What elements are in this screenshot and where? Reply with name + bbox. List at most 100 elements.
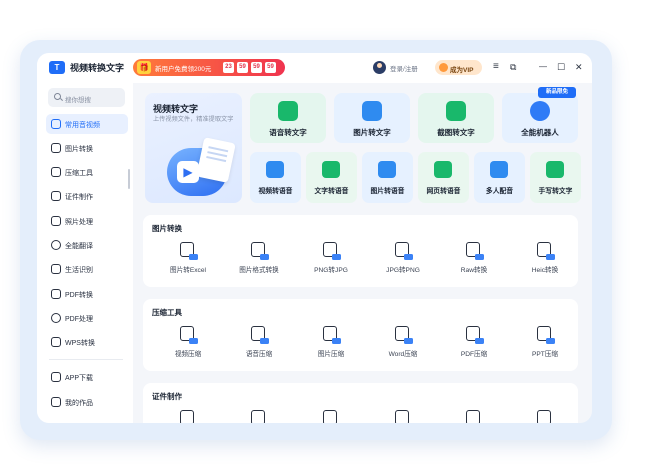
sidebar-item-label: APP下载 — [65, 375, 94, 382]
plant-icon — [51, 264, 61, 274]
tool-label: 视频压缩 — [174, 351, 202, 358]
tile-image-to-voice[interactable]: 图片转语音 — [362, 152, 413, 203]
tool-audio-compress[interactable]: 语音压缩 — [229, 326, 289, 366]
sidebar-item-translate[interactable]: 全能翻译 — [46, 235, 128, 255]
word-zip-icon — [395, 326, 413, 344]
sidebar-item-compress[interactable]: 压缩工具 — [46, 162, 128, 182]
raw-icon — [466, 242, 484, 260]
promo-timer-box: 59 — [237, 62, 248, 73]
tile-screenshot-to-text[interactable]: 截图转文字 — [418, 93, 494, 143]
sidebar-item-label: WPS转换 — [65, 340, 95, 347]
sidebar-item-pdf-process[interactable]: PDF处理 — [46, 308, 128, 328]
search-input[interactable]: 搜你想搜 — [48, 88, 125, 107]
tool-id-photo[interactable] — [301, 410, 361, 423]
tool-png-to-jpg[interactable]: PNG转JPG — [301, 242, 361, 282]
sidebar-item-label: 生活识别 — [65, 267, 93, 274]
screenshot-icon — [446, 101, 466, 121]
phone-icon — [51, 372, 61, 382]
video-play-icon: ▶ — [177, 161, 199, 183]
section-compress: 压缩工具 视频压缩 语音压缩 图片压缩 Word压缩 PDF压缩 PPT压缩 — [143, 299, 578, 371]
tool-label: Word压缩 — [388, 351, 418, 358]
sidebar-item-app-download[interactable]: APP下载 — [46, 367, 128, 387]
microphone-icon — [278, 101, 298, 121]
sidebar-item-pdf-convert[interactable]: PDF转换 — [46, 284, 128, 304]
id-card-icon — [537, 410, 551, 423]
sidebar-item-life-recognize[interactable]: 生活识别 — [46, 259, 128, 279]
sidebar-item-wps-convert[interactable]: WPS转换 — [46, 332, 128, 352]
maximize-icon[interactable]: ☐ — [557, 62, 565, 72]
sidebar-item-label: PDF处理 — [65, 316, 93, 323]
tool-id-card[interactable] — [515, 410, 575, 423]
tool-ppt-compress[interactable]: PPT压缩 — [515, 326, 575, 366]
tool-id-photo[interactable] — [229, 410, 289, 423]
search-icon — [54, 93, 61, 100]
sidebar-item-media[interactable]: 常用音视频 — [46, 114, 128, 134]
tool-image-format-convert[interactable]: 图片格式转换 — [229, 242, 289, 282]
section-image-convert: 图片转换 图片转Excel 图片格式转换 PNG转JPG JPG转PNG Raw… — [143, 215, 578, 287]
tool-id-photo[interactable] — [158, 410, 218, 423]
sidebar-item-image-convert[interactable]: 图片转换 — [46, 138, 128, 158]
sidebar-item-label: 我的作品 — [65, 400, 93, 407]
tool-image-compress[interactable]: 图片压缩 — [301, 326, 361, 366]
hero-card-video-to-text[interactable]: 视频转文字 上传视频文件，精准提取文字 ▶ — [145, 93, 242, 203]
section-title: 压缩工具 — [152, 308, 182, 317]
tool-heic-convert[interactable]: Heic转换 — [515, 242, 575, 282]
sidebar-item-label: 常用音视频 — [65, 122, 100, 129]
sidebar-item-my-works[interactable]: 我的作品 — [46, 392, 128, 412]
sidebar-item-label: 压缩工具 — [65, 170, 93, 177]
tile-image-to-text[interactable]: 图片转文字 — [334, 93, 410, 143]
tool-label: Heic转换 — [531, 267, 559, 274]
tile-web-to-voice[interactable]: 网页转语音 — [418, 152, 469, 203]
gift-icon: 🎁 — [137, 61, 151, 74]
tile-label: 图片转文字 — [353, 128, 391, 137]
text-voice-icon — [322, 161, 340, 178]
hero-subtitle: 上传视频文件，精准提取文字 — [153, 116, 234, 123]
tile-label: 视频转语音 — [258, 188, 293, 195]
pdf-icon — [51, 289, 61, 299]
login-link[interactable]: 登录/注册 — [390, 63, 418, 73]
tool-label: 图片转Excel — [170, 267, 206, 274]
handwriting-icon — [546, 161, 564, 178]
tile-handwriting-to-text[interactable]: 手写转文字 — [530, 152, 581, 203]
app-logo-icon: T — [49, 61, 65, 74]
pdf-process-icon — [51, 313, 61, 323]
tool-video-compress[interactable]: 视频压缩 — [158, 326, 218, 366]
video-zip-icon — [180, 326, 198, 344]
jpg-icon — [395, 242, 413, 260]
tool-group-photo[interactable] — [444, 410, 504, 423]
close-icon[interactable]: ✕ — [575, 62, 583, 72]
tile-label: 截图转文字 — [437, 128, 475, 137]
id-photo-icon — [323, 410, 337, 423]
png-icon — [323, 242, 341, 260]
sidebar-item-label: PDF转换 — [65, 292, 93, 299]
tile-multi-dubbing[interactable]: 多人配音 — [474, 152, 525, 203]
menu-icon[interactable]: ≡ — [493, 62, 499, 72]
app-title: 视频转换文字 — [70, 63, 125, 73]
tile-label: 多人配音 — [485, 188, 514, 195]
sidebar-item-label: 图片转换 — [65, 146, 93, 153]
sidebar-scrollbar[interactable] — [128, 169, 130, 189]
promo-banner[interactable]: 🎁 新用户免费领200元 23 59 59 59 — [133, 59, 285, 76]
tile-speech-to-text[interactable]: 语音转文字 — [250, 93, 326, 143]
tile-video-to-voice[interactable]: 视频转语音 — [250, 152, 301, 203]
tool-jpg-to-png[interactable]: JPG转PNG — [373, 242, 433, 282]
tool-word-compress[interactable]: Word压缩 — [373, 326, 433, 366]
pin-window-icon[interactable]: ⧉ — [510, 62, 516, 72]
sidebar-divider — [49, 359, 123, 360]
dubbing-icon — [490, 161, 508, 178]
tile-label: 全能机器人 — [521, 128, 559, 137]
tool-pdf-compress[interactable]: PDF压缩 — [444, 326, 504, 366]
tool-id-photo[interactable] — [373, 410, 433, 423]
sidebar-item-id-photo[interactable]: 证件制作 — [46, 186, 128, 206]
vip-button[interactable]: 成为VIP — [435, 60, 482, 75]
tool-raw-convert[interactable]: Raw转换 — [444, 242, 504, 282]
tile-all-round-robot[interactable]: 全能机器人 — [502, 93, 578, 143]
tool-image-to-excel[interactable]: 图片转Excel — [158, 242, 218, 282]
avatar-icon[interactable] — [373, 61, 386, 74]
tile-text-to-voice[interactable]: 文字转语音 — [306, 152, 357, 203]
sidebar-item-photo-edit[interactable]: 照片处理 — [46, 211, 128, 231]
minimize-icon[interactable]: — — [539, 62, 547, 72]
promo-text: 新用户免费领200元 — [155, 66, 212, 73]
vip-crown-icon — [439, 63, 448, 72]
promo-timer-box: 59 — [251, 62, 262, 73]
